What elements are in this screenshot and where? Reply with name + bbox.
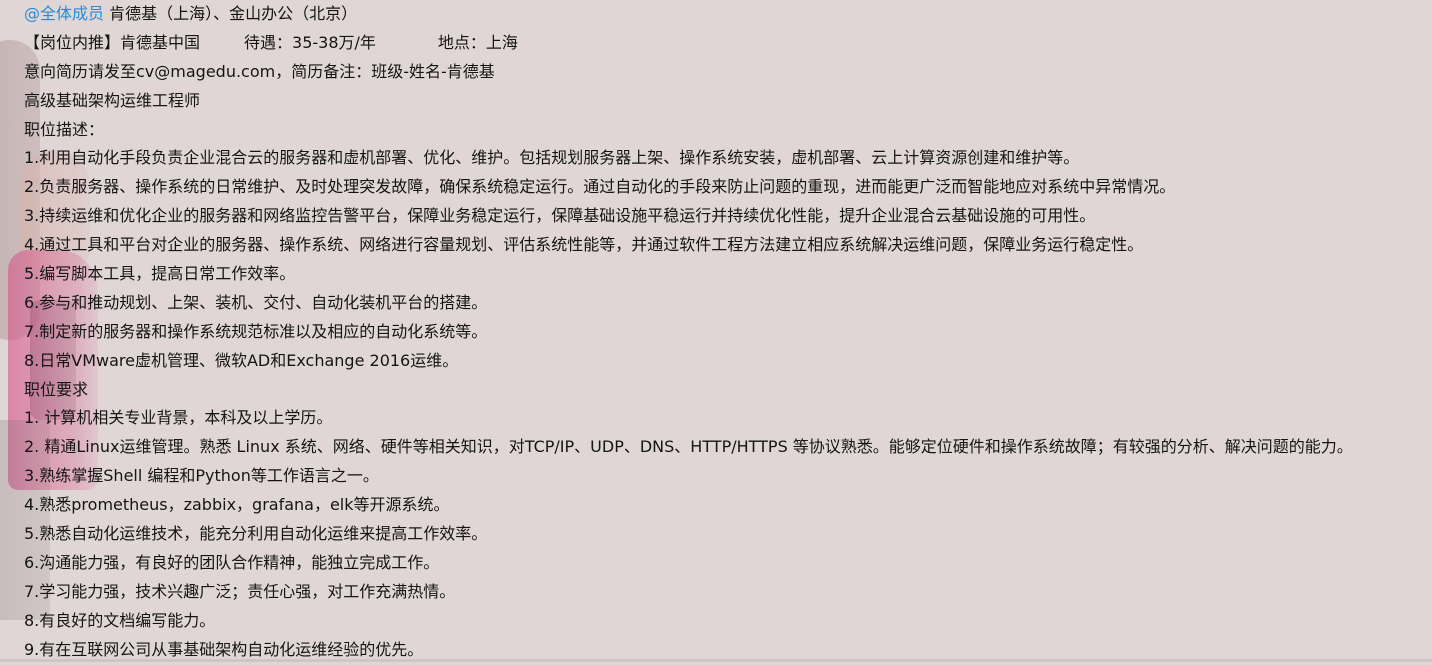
requirement-item: 3.熟练掌握Shell 编程和Python等工作语言之一。 — [24, 466, 379, 486]
description-item: 6.参与和推动规划、上架、装机、交付、自动化装机平台的搭建。 — [24, 292, 488, 312]
chat-message-body: @全体成员 肯德基（上海）、金山办公（北京） 【岗位内推】肯德基中国 待遇：35-… — [24, 0, 1424, 664]
description-item: 3.持续运维和优化企业的服务器和网络监控告警平台，保障业务稳定运行，保障基础设施… — [24, 206, 1096, 226]
post-title: 【岗位内推】肯德基中国 — [24, 32, 201, 52]
requirement-item: 1. 计算机相关专业背景，本科及以上学历。 — [24, 408, 333, 428]
requirement-item: 5.熟悉自动化运维技术，能充分利用自动化运维来提高工作效率。 — [24, 524, 488, 544]
requirement-item: 2. 精通Linux运维管理。熟悉 Linux 系统、网络、硬件等相关知识，对T… — [24, 437, 1353, 457]
description-item: 8.日常VMware虚机管理、微软AD和Exchange 2016运维。 — [24, 350, 459, 370]
location-text: 地点：上海 — [437, 32, 518, 52]
requirement-item: 8.有良好的文档编写能力。 — [24, 610, 216, 630]
email-line: 意向简历请发至cv@magedu.com，简历备注：班级-姓名-肯德基 — [24, 61, 495, 81]
description-item: 4.通过工具和平台对企业的服务器、操作系统、网络进行容量规划、评估系统性能等，并… — [24, 235, 1144, 255]
message-header-text: 肯德基（上海）、金山办公（北京） — [109, 4, 358, 23]
message-header-line: @全体成员 肯德基（上海）、金山办公（北京） — [24, 0, 1424, 29]
description-item: 7.制定新的服务器和操作系统规范标准以及相应的自动化系统等。 — [24, 321, 488, 341]
salary-text: 待遇：35-38万/年 — [244, 32, 376, 52]
description-item: 1.利用自动化手段负责企业混合云的服务器和虚机部署、优化、维护。包括规划服务器上… — [24, 148, 1080, 168]
requirements-heading: 职位要求 — [24, 379, 89, 399]
description-heading: 职位描述： — [24, 119, 105, 139]
job-title: 高级基础架构运维工程师 — [24, 90, 201, 110]
requirement-item: 6.沟通能力强，有良好的团队合作精神，能独立完成工作。 — [24, 552, 440, 572]
description-item: 2.负责服务器、操作系统的日常维护、及时处理突发故障，确保系统稳定运行。通过自动… — [24, 177, 1176, 197]
requirement-item: 7.学习能力强，技术兴趣广泛；责任心强，对工作充满热情。 — [24, 581, 456, 601]
mention-all-link[interactable]: @全体成员 — [24, 4, 104, 23]
post-summary-line: 【岗位内推】肯德基中国 待遇：35-38万/年 地点：上海 — [24, 29, 1424, 58]
description-item: 5.编写脚本工具，提高日常工作效率。 — [24, 264, 296, 284]
requirement-item: 4.熟悉prometheus，zabbix，grafana，elk等开源系统。 — [24, 495, 450, 515]
